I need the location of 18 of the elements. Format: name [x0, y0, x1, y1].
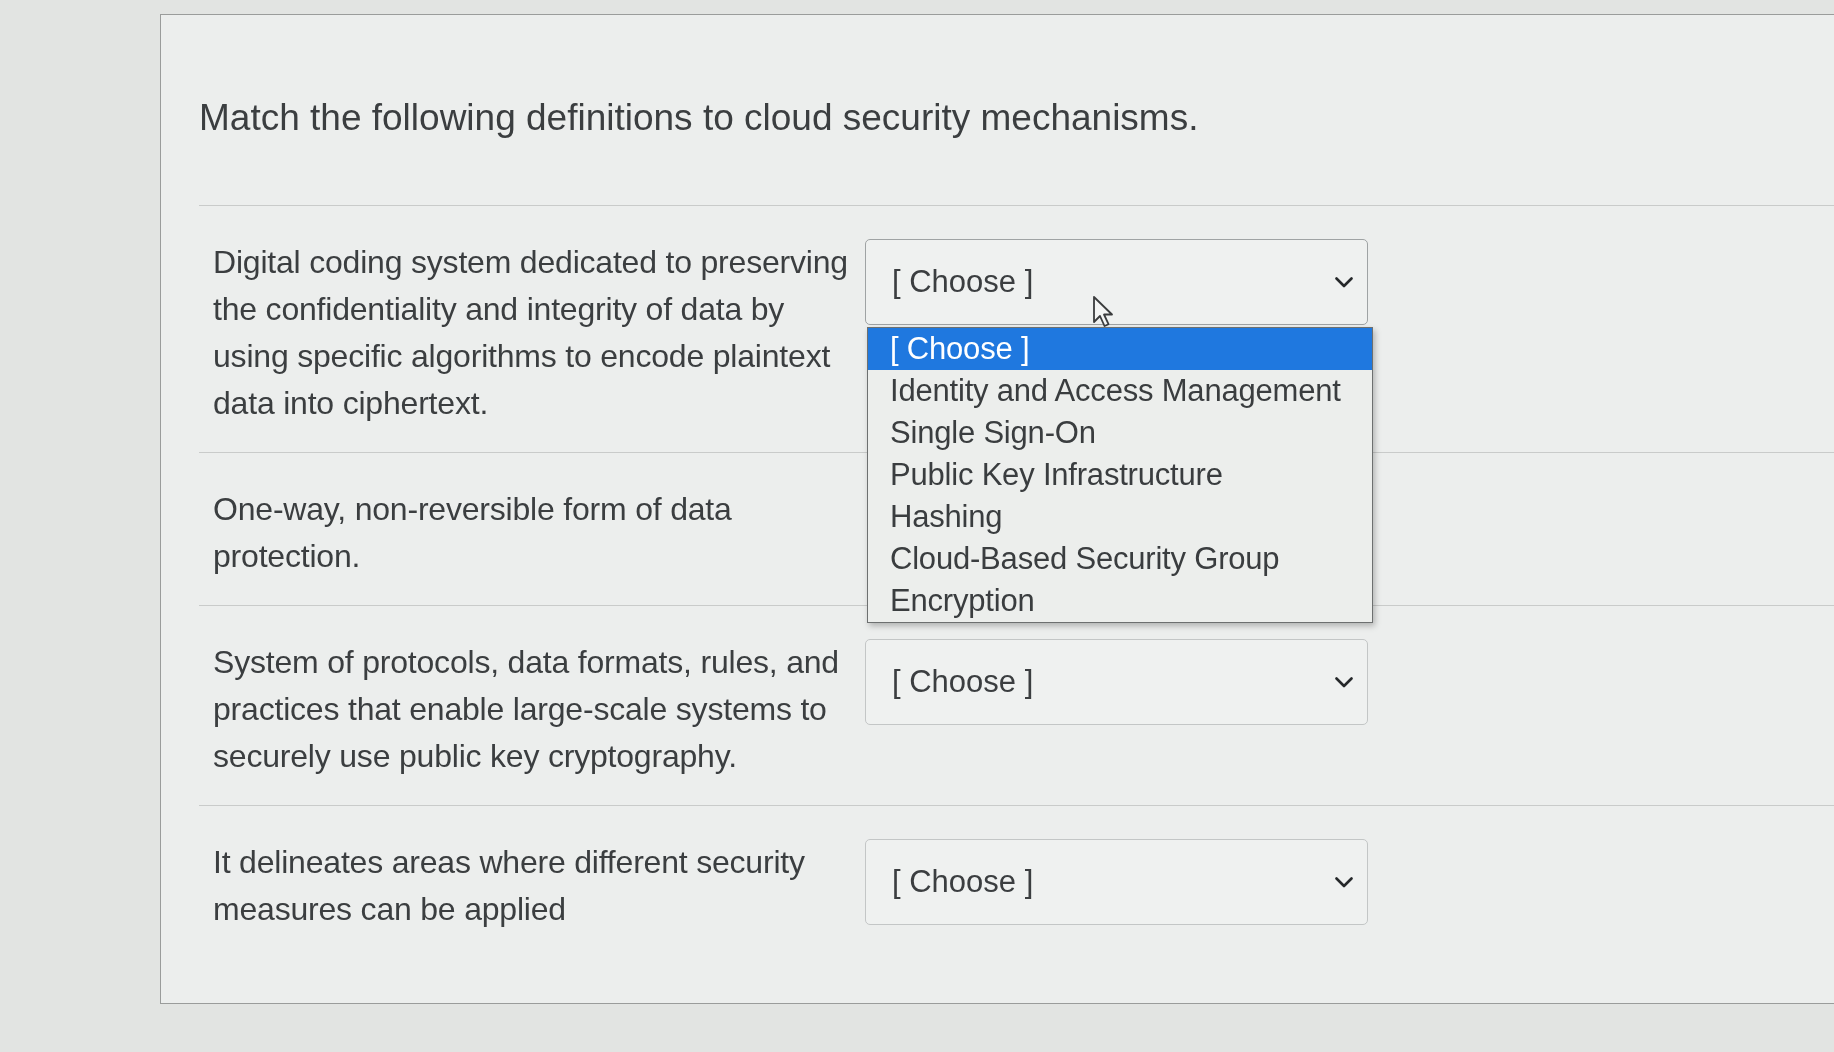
dropdown-option[interactable]: Cloud-Based Security Group — [868, 538, 1372, 580]
dropdown-option[interactable]: [ Choose ] — [868, 328, 1372, 370]
choose-dropdown[interactable]: [ Choose ] — [865, 239, 1368, 325]
definition-text: It delineates areas where different security measures can be applied — [213, 843, 806, 929]
definition-text: One-way, non-reversible form of data protection. — [213, 490, 733, 576]
dropdown-option[interactable]: Encryption — [868, 580, 1372, 622]
chevron-down-icon — [1335, 276, 1353, 288]
choose-dropdown[interactable]: [ Choose ] — [865, 839, 1368, 925]
dropdown-option[interactable]: Hashing — [868, 496, 1372, 538]
dropdown-option[interactable]: Public Key Infrastructure — [868, 454, 1372, 496]
chevron-down-icon — [1335, 876, 1353, 888]
definition-text: Digital coding system dedicated to preserving the confidentiality and integrity of data by using specific algorithms to encode plaintext data into ciphertext. — [213, 243, 849, 423]
dropdown-option[interactable]: Identity and Access Management — [868, 370, 1372, 412]
question-prompt: Match the following definitions to cloud security mechanisms. — [199, 96, 1199, 140]
dropdown-option[interactable]: Single Sign-On — [868, 412, 1372, 454]
chevron-down-icon — [1335, 676, 1353, 688]
definition-text: System of protocols, data formats, rules, and practices that enable large-scale systems to securely use public key cryptography. — [213, 643, 840, 776]
choose-dropdown[interactable]: [ Choose ] — [865, 639, 1368, 725]
